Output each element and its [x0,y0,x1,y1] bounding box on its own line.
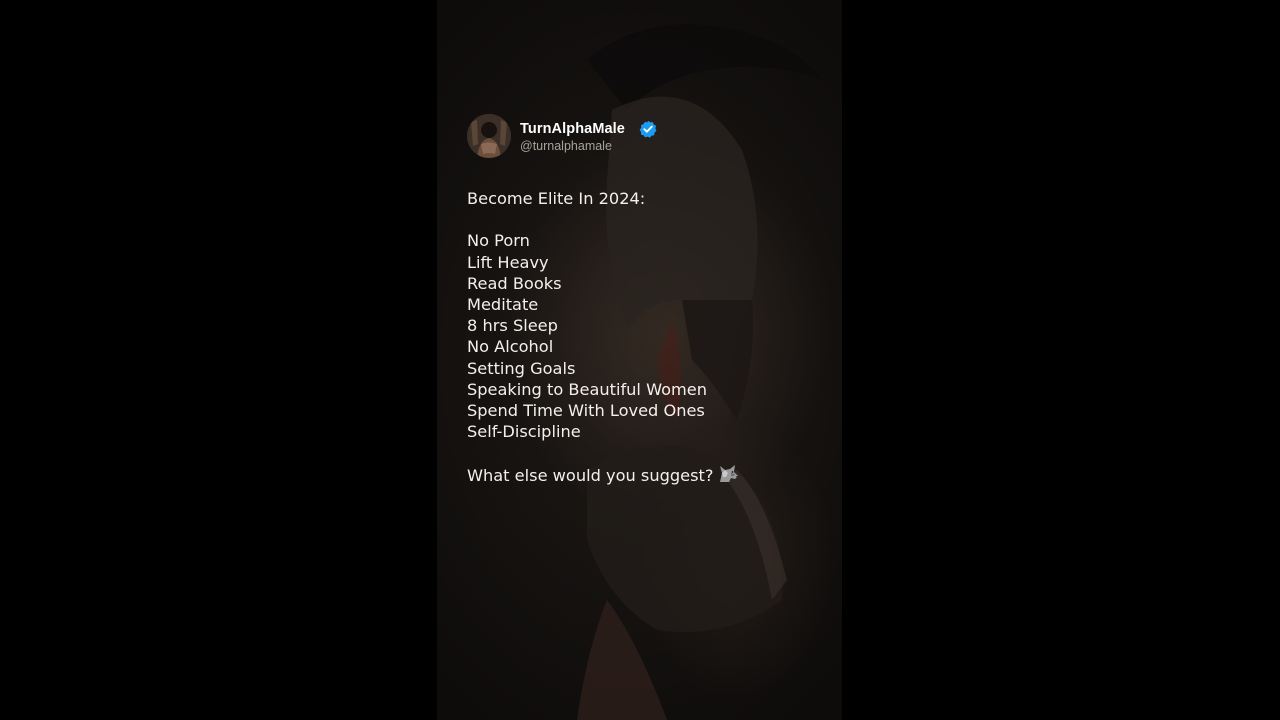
closing-line: What else would you suggest? [467,464,827,489]
list-item: No Alcohol [467,337,554,357]
display-name[interactable]: TurnAlphaMale [520,121,625,137]
name-row: TurnAlphaMale [520,120,657,138]
user-handle[interactable]: @turnalphamale [520,139,657,153]
wolf-emoji-icon [717,464,739,489]
verified-badge-icon [639,120,657,138]
closing-question: What else would you suggest? [467,465,714,485]
author-info: TurnAlphaMale @turnalphamale [520,120,657,153]
list-item: Speaking to Beautiful Women [467,379,708,399]
list-item: Spend Time With Loved Ones [467,401,705,421]
post-body: Become Elite In 2024: No Porn Lift Heavy… [467,188,827,489]
list-item: Read Books [467,273,562,293]
list-item: Lift Heavy [467,252,549,272]
list-item: Self-Discipline [467,422,581,442]
list-item: Meditate [467,295,539,314]
post-author[interactable]: TurnAlphaMale @turnalphamale [467,114,827,158]
post-title: Become Elite In 2024: [467,189,646,208]
screen: TurnAlphaMale @turnalphamale Become Elit… [0,0,1280,720]
list-item: 8 hrs Sleep [467,316,558,336]
avatar[interactable] [467,114,511,158]
list-item: No Porn [467,231,530,251]
post-card: TurnAlphaMale @turnalphamale Become Elit… [467,114,827,489]
list-item: Setting Goals [467,358,576,378]
video-frame[interactable]: TurnAlphaMale @turnalphamale Become Elit… [437,0,842,720]
